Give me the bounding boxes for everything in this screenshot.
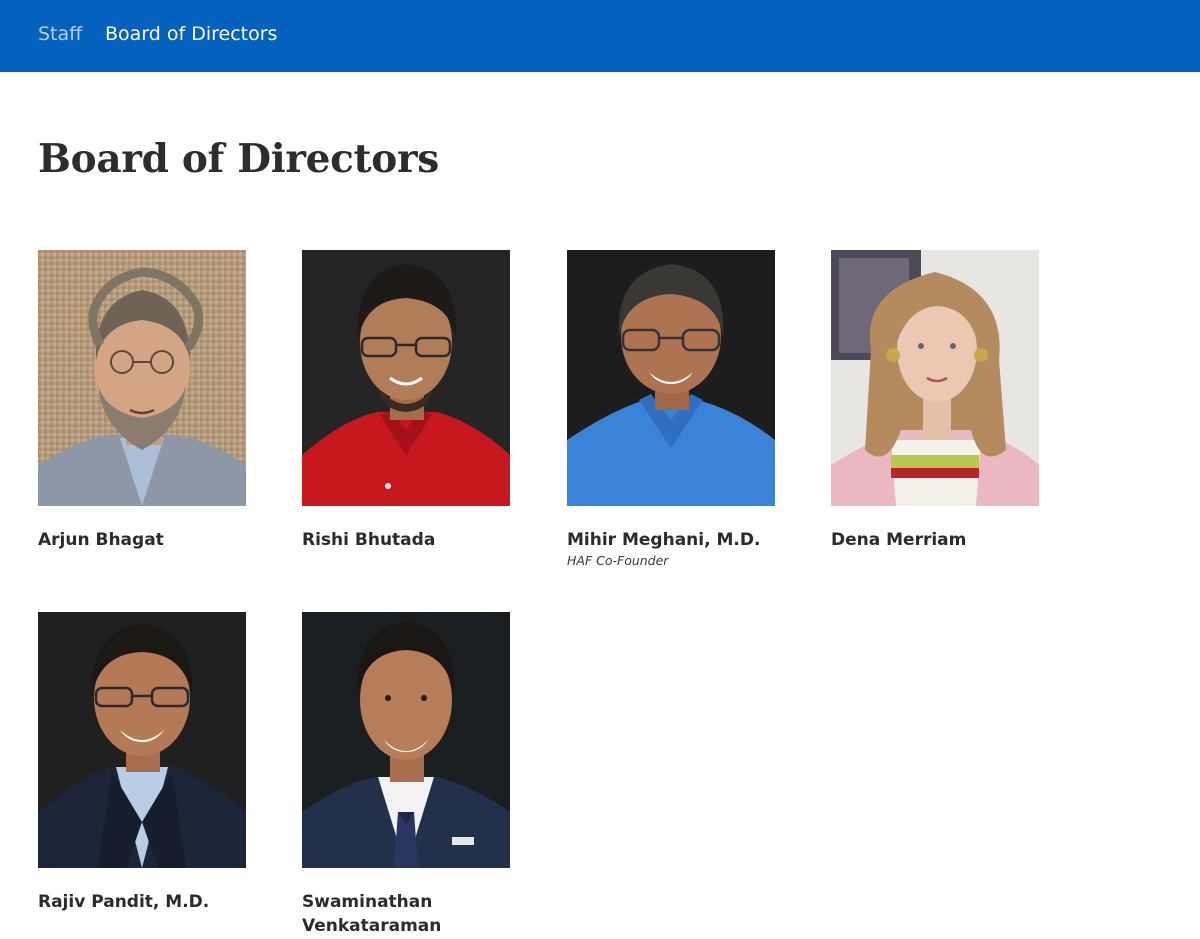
- director-name[interactable]: Swaminathan Venkataraman: [302, 890, 510, 938]
- director-photo[interactable]: [38, 250, 246, 506]
- director-card[interactable]: Arjun Bhagat: [38, 250, 246, 552]
- nav-link-staff[interactable]: Staff: [38, 22, 82, 46]
- director-card[interactable]: Dena Merriam: [831, 250, 1039, 552]
- director-photo[interactable]: [38, 612, 246, 868]
- page-title: Board of Directors: [38, 136, 439, 182]
- director-name[interactable]: Arjun Bhagat: [38, 528, 246, 552]
- director-photo[interactable]: [567, 250, 775, 506]
- top-navigation: Staff Board of Directors: [0, 0, 1200, 72]
- director-name[interactable]: Dena Merriam: [831, 528, 1039, 552]
- director-card[interactable]: Rajiv Pandit, M.D.: [38, 612, 246, 914]
- director-card[interactable]: Rishi Bhutada: [302, 250, 510, 552]
- director-role: HAF Co-Founder: [567, 553, 669, 568]
- director-name[interactable]: Rishi Bhutada: [302, 528, 510, 552]
- nav-link-board-of-directors[interactable]: Board of Directors: [105, 22, 277, 46]
- director-photo[interactable]: [831, 250, 1039, 506]
- director-photo[interactable]: [302, 250, 510, 506]
- director-name[interactable]: Mihir Meghani, M.D.: [567, 528, 775, 552]
- director-photo[interactable]: [302, 612, 510, 868]
- director-name[interactable]: Rajiv Pandit, M.D.: [38, 890, 246, 914]
- director-card[interactable]: Swaminathan Venkataraman: [302, 612, 510, 938]
- director-card[interactable]: Mihir Meghani, M.D. HAF Co-Founder: [567, 250, 775, 569]
